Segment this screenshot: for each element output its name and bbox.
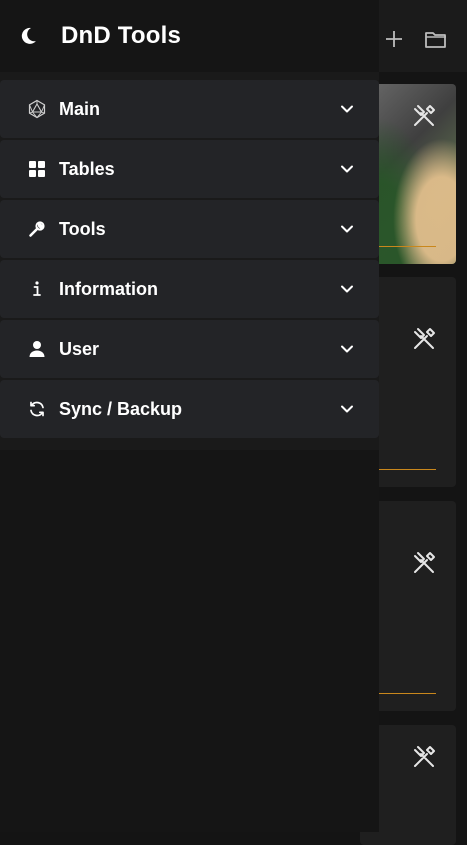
menu-item-tables[interactable]: Tables <box>0 140 379 198</box>
menu-item-information[interactable]: Information <box>0 260 379 318</box>
menu-item-label: Main <box>59 98 101 119</box>
plus-icon[interactable] <box>379 24 409 54</box>
menu-item-label: User <box>59 338 100 359</box>
menu-item-tools[interactable]: Tools <box>0 200 379 258</box>
drawer-menu: Main Tables Tools Information User Sync … <box>0 80 379 438</box>
menu-item-label: Sync / Backup <box>59 398 183 419</box>
menu-item-main[interactable]: Main <box>0 80 379 138</box>
chevron-down-icon <box>341 225 353 233</box>
d20-icon <box>26 98 48 120</box>
chevron-down-icon <box>341 165 353 173</box>
tools-icon[interactable] <box>410 325 438 353</box>
app-title: DnD Tools <box>61 22 182 49</box>
chevron-down-icon <box>341 285 353 293</box>
chevron-down-icon <box>341 105 353 113</box>
wrench-icon <box>26 218 48 240</box>
menu-item-label: Tables <box>59 158 115 179</box>
sync-icon <box>26 398 48 420</box>
folder-icon[interactable] <box>421 24 451 54</box>
drawer-menu-container: Main Tables Tools Information User Sync … <box>0 72 379 450</box>
chevron-down-icon <box>341 405 353 413</box>
moon-icon[interactable] <box>17 25 39 47</box>
drawer-header: DnD Tools <box>0 0 379 72</box>
chevron-down-icon <box>341 345 353 353</box>
tools-icon[interactable] <box>410 549 438 577</box>
info-icon <box>26 278 48 300</box>
menu-item-sync-backup[interactable]: Sync / Backup <box>0 380 379 438</box>
grid-icon <box>26 158 48 180</box>
tools-icon[interactable] <box>410 743 438 771</box>
menu-item-label: Information <box>59 278 158 299</box>
menu-item-label: Tools <box>59 218 106 239</box>
tools-icon[interactable] <box>410 102 438 130</box>
user-icon <box>26 338 48 360</box>
menu-item-user[interactable]: User <box>0 320 379 378</box>
navigation-drawer: DnD Tools Main Tables Tools Information … <box>0 0 379 832</box>
